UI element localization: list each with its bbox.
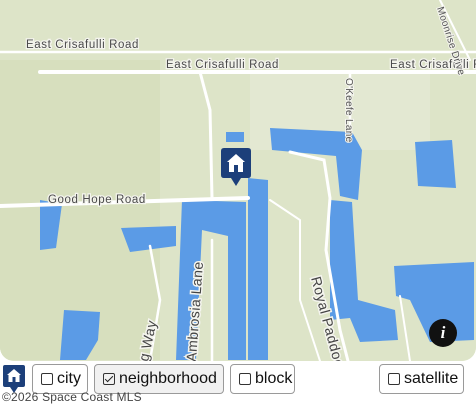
- block-checkbox[interactable]: [239, 373, 251, 385]
- neighborhood-label: neighborhood: [119, 370, 217, 387]
- road-label-east-crisafulli-2: East Crisafulli Road: [166, 59, 279, 71]
- neighborhood-checkbox[interactable]: [103, 373, 115, 385]
- block-toggle[interactable]: block: [230, 364, 295, 394]
- copyright-text: ©2026 Space Coast MLS: [2, 390, 142, 404]
- road-label-east-crisafulli-1: East Crisafulli Road: [26, 39, 139, 51]
- road-label-good-hope-road: Good Hope Road: [48, 194, 146, 206]
- satellite-label: satellite: [404, 370, 459, 387]
- house-pin-logo-icon[interactable]: [3, 365, 25, 393]
- satellite-toggle[interactable]: satellite: [379, 364, 464, 394]
- info-icon[interactable]: i: [429, 319, 457, 347]
- water-pond-small: [226, 132, 244, 142]
- road-label-okeefe-lane: O'Keefe Lane: [343, 78, 354, 143]
- map-view[interactable]: East Crisafulli Road East Crisafulli Roa…: [0, 0, 476, 361]
- city-label: city: [57, 370, 81, 387]
- water-pond-east: [415, 140, 456, 188]
- map-canvas[interactable]: East Crisafulli Road East Crisafulli Roa…: [0, 0, 476, 361]
- block-label: block: [255, 370, 293, 387]
- water-canal-center: [248, 178, 268, 360]
- city-checkbox[interactable]: [41, 373, 53, 385]
- satellite-checkbox[interactable]: [388, 373, 400, 385]
